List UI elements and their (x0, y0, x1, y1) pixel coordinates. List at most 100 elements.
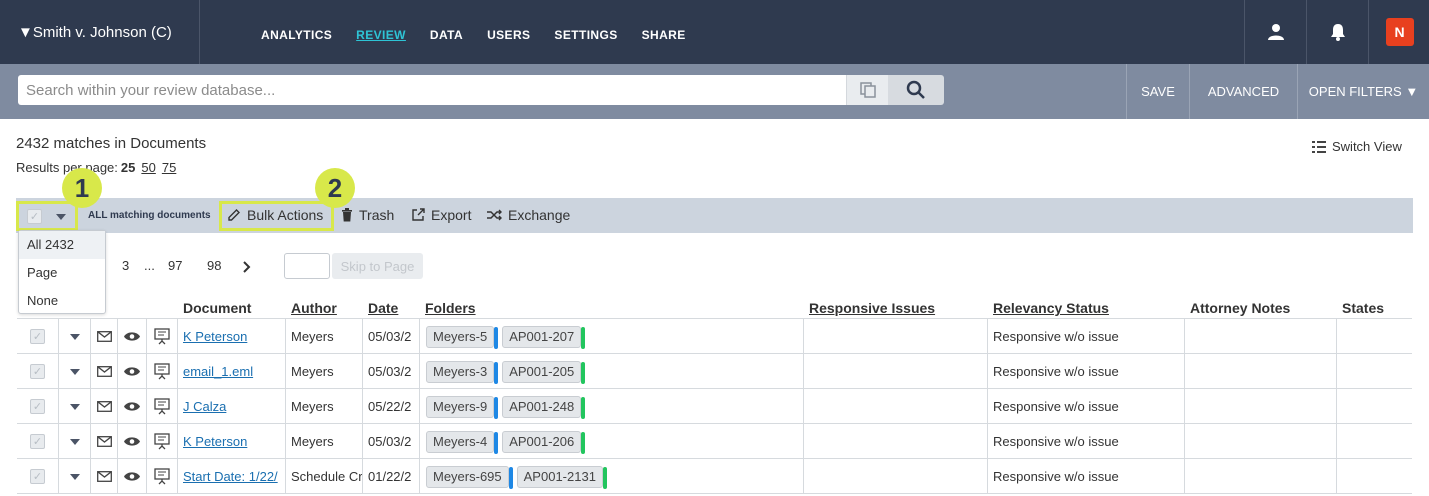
folder-tag[interactable]: AP001-205 (502, 360, 586, 384)
row-checkbox[interactable]: ✓ (30, 329, 45, 344)
nav-review[interactable]: REVIEW (356, 28, 406, 42)
responsive-issues-cell (804, 424, 988, 459)
nav-settings[interactable]: SETTINGS (554, 28, 617, 42)
document-link[interactable]: J Calza (178, 399, 226, 414)
folder-tag[interactable]: AP001-207 (502, 325, 586, 349)
folder-tag[interactable]: Meyers-3 (426, 360, 499, 384)
document-link[interactable]: email_1.eml (178, 364, 253, 379)
select-menu-caret-icon[interactable] (56, 214, 66, 220)
per-page-50[interactable]: 50 (141, 160, 155, 175)
table-row[interactable]: ✓ Start Date: 1/22/ Schedule Cr 01/22/2 … (17, 459, 1412, 494)
email-icon[interactable] (96, 331, 112, 342)
search-button[interactable] (888, 75, 944, 105)
author-cell: Meyers (286, 354, 363, 389)
select-option-all[interactable]: All 2432 (19, 231, 105, 259)
presentation-icon[interactable] (154, 363, 170, 380)
per-page-75[interactable]: 75 (162, 160, 176, 175)
copy-search-button[interactable] (846, 75, 888, 105)
page-link-97[interactable]: 97 (168, 258, 182, 273)
switch-view-button[interactable]: Switch View (1312, 139, 1402, 154)
search-icon (906, 80, 925, 99)
document-link[interactable]: Start Date: 1/22/ (178, 469, 278, 484)
bulk-actions-button[interactable]: Bulk Actions (227, 207, 323, 223)
date-cell: 05/03/2 (363, 424, 420, 459)
eye-icon[interactable] (123, 436, 141, 447)
folder-tag[interactable]: Meyers-695 (426, 465, 513, 489)
document-link[interactable]: K Peterson (178, 329, 247, 344)
document-link[interactable]: K Peterson (178, 434, 247, 449)
advanced-button[interactable]: ADVANCED (1189, 64, 1297, 119)
row-menu-caret-icon[interactable] (69, 473, 80, 480)
eye-icon[interactable] (123, 331, 141, 342)
user-button[interactable] (1244, 0, 1306, 64)
search-input[interactable] (18, 75, 846, 105)
exchange-button[interactable]: Exchange (487, 207, 570, 223)
folder-tag[interactable]: Meyers-5 (426, 325, 499, 349)
table-row[interactable]: ✓ K Peterson Meyers 05/03/2 Meyers-4 AP0… (17, 424, 1412, 459)
presentation-icon[interactable] (154, 468, 170, 485)
folder-tag[interactable]: AP001-2131 (516, 465, 607, 489)
folder-tag[interactable]: Meyers-4 (426, 430, 499, 454)
col-header-responsive-issues[interactable]: Responsive Issues (809, 300, 935, 316)
row-checkbox[interactable]: ✓ (30, 364, 45, 379)
select-option-none[interactable]: None (19, 287, 105, 315)
trash-button[interactable]: Trash (341, 207, 394, 223)
page-link-98[interactable]: 98 (207, 258, 221, 273)
email-icon[interactable] (96, 401, 112, 412)
folder-tag[interactable]: Meyers-9 (426, 395, 499, 419)
col-header-document[interactable]: Document (183, 300, 251, 316)
col-header-date[interactable]: Date (368, 300, 398, 316)
presentation-icon[interactable] (154, 433, 170, 450)
save-button[interactable]: SAVE (1126, 64, 1189, 119)
presentation-icon[interactable] (154, 398, 170, 415)
folders-cell: Meyers-9 AP001-248 (420, 389, 804, 424)
skip-page-input[interactable] (284, 253, 330, 279)
row-menu-caret-icon[interactable] (69, 368, 80, 375)
attorney-notes-cell (1185, 354, 1337, 389)
select-all-checkbox[interactable]: ✓ (27, 209, 42, 224)
nav-users[interactable]: USERS (487, 28, 530, 42)
select-option-page[interactable]: Page (19, 259, 105, 287)
col-header-author[interactable]: Author (291, 300, 337, 316)
eye-icon[interactable] (123, 401, 141, 412)
per-page-label: Results per page: (16, 160, 118, 175)
table-row[interactable]: ✓ K Peterson Meyers 05/03/2 Meyers-5 AP0… (17, 319, 1412, 354)
folder-tag[interactable]: AP001-206 (502, 430, 586, 454)
presentation-icon[interactable] (154, 328, 170, 345)
email-icon[interactable] (96, 366, 112, 377)
email-icon[interactable] (96, 471, 112, 482)
col-header-relevancy-status[interactable]: Relevancy Status (993, 300, 1109, 316)
col-header-attorney-notes: Attorney Notes (1190, 300, 1291, 316)
col-header-folders[interactable]: Folders (425, 300, 476, 316)
relevancy-status-cell: Responsive w/o issue (988, 319, 1185, 354)
nav-analytics[interactable]: ANALYTICS (261, 28, 332, 42)
table-row[interactable]: ✓ email_1.eml Meyers 05/03/2 Meyers-3 AP… (17, 354, 1412, 389)
row-checkbox[interactable]: ✓ (30, 399, 45, 414)
relevancy-status-cell: Responsive w/o issue (988, 424, 1185, 459)
notifications-button[interactable] (1306, 0, 1368, 64)
select-all-control[interactable]: ✓ (16, 201, 78, 231)
states-cell (1337, 459, 1412, 494)
next-page-chevron-icon[interactable] (242, 261, 252, 273)
row-menu-caret-icon[interactable] (69, 403, 80, 410)
export-button[interactable]: Export (411, 207, 471, 223)
row-menu-caret-icon[interactable] (69, 333, 80, 340)
row-menu-caret-icon[interactable] (69, 438, 80, 445)
case-selector[interactable]: ▼Smith v. Johnson (C) (0, 0, 200, 64)
page-link-3[interactable]: 3 (122, 258, 129, 273)
results-per-page: Results per page: 25 50 75 (16, 160, 176, 175)
date-cell: 05/22/2 (363, 389, 420, 424)
skip-to-page-button[interactable]: Skip to Page (332, 253, 423, 279)
open-filters-button[interactable]: OPEN FILTERS ▼ (1297, 64, 1429, 119)
email-icon[interactable] (96, 436, 112, 447)
eye-icon[interactable] (123, 471, 141, 482)
table-row[interactable]: ✓ J Calza Meyers 05/22/2 Meyers-9 AP001-… (17, 389, 1412, 424)
nav-data[interactable]: DATA (430, 28, 463, 42)
brand-menu[interactable]: N (1368, 0, 1429, 64)
nav-share[interactable]: SHARE (642, 28, 686, 42)
row-checkbox[interactable]: ✓ (30, 434, 45, 449)
per-page-25[interactable]: 25 (121, 160, 135, 175)
row-checkbox[interactable]: ✓ (30, 469, 45, 484)
folder-tag[interactable]: AP001-248 (502, 395, 586, 419)
eye-icon[interactable] (123, 366, 141, 377)
